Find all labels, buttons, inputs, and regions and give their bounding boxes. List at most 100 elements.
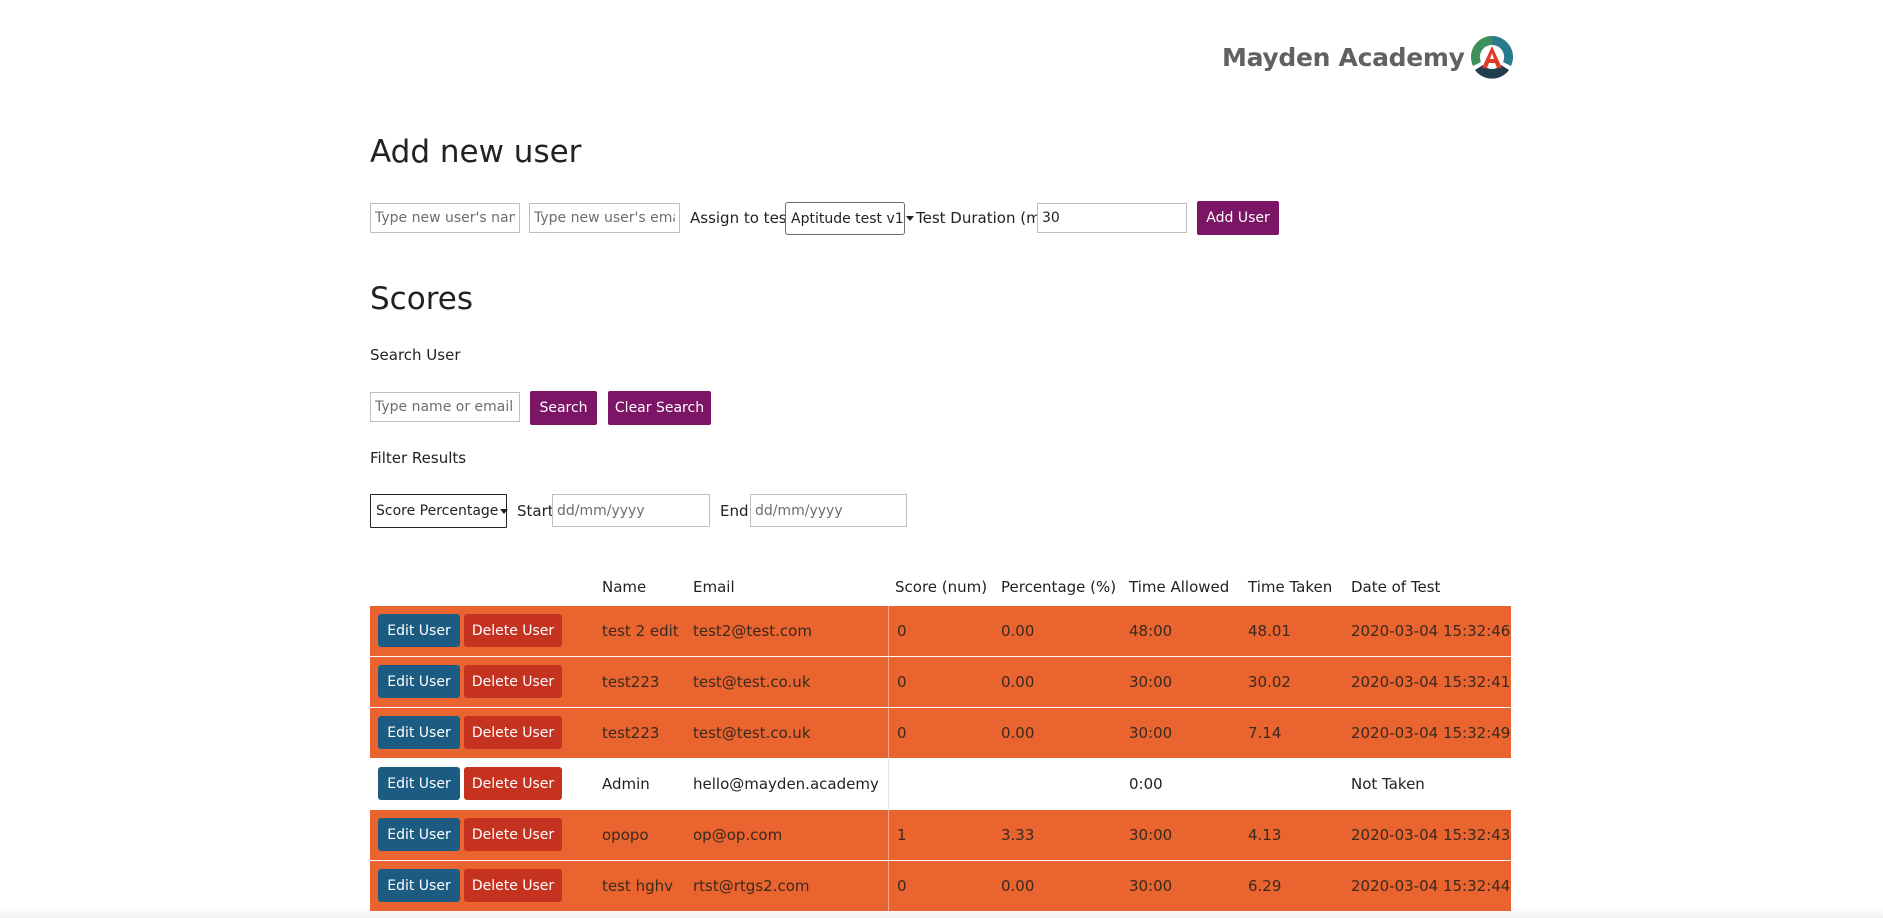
cell-time-taken: 7.14 [1248,724,1282,742]
header-score: Score (num) [895,578,988,596]
edit-user-button[interactable]: Edit User [378,614,460,647]
delete-user-button[interactable]: Delete User [464,818,562,851]
cell-time-allowed: 30:00 [1129,877,1173,895]
chevron-down-icon [500,508,509,514]
bottom-fade [0,908,1883,918]
new-user-name-input[interactable] [370,203,520,233]
column-divider [888,810,889,860]
cell-email: hello@mayden.academy [693,775,879,793]
start-date-label: Start [517,502,554,520]
cell-name: test223 [602,673,660,691]
delete-user-button[interactable]: Delete User [464,716,562,749]
header-date: Date of Test [1351,578,1441,596]
cell-name: Admin [602,775,650,793]
start-date-input[interactable] [552,494,710,527]
cell-score: 0 [897,622,907,640]
scores-table-body: Edit User Delete User test 2 edit test2@… [370,606,1511,912]
delete-user-button[interactable]: Delete User [464,614,562,647]
edit-user-button[interactable]: Edit User [378,767,460,800]
clear-search-button[interactable]: Clear Search [608,391,711,425]
cell-email: test@test.co.uk [693,724,811,742]
assign-test-selected: Aptitude test v1 [791,210,904,227]
cell-time-allowed: 48:00 [1129,622,1173,640]
assign-test-label: Assign to test: [690,209,798,227]
cell-time-allowed: 30:00 [1129,673,1173,691]
cell-time-taken: 4.13 [1248,826,1282,844]
mayden-academy-logo[interactable]: Mayden Academy [1222,34,1515,80]
mayden-a-logo-icon [1470,35,1513,79]
cell-date: Not Taken [1351,775,1425,793]
header-time-allowed: Time Allowed [1129,578,1230,596]
cell-score: 0 [897,724,907,742]
scores-title: Scores [370,281,473,317]
cell-score: 1 [897,826,907,844]
header-email: Email [693,578,735,596]
cell-name: test hghv [602,877,673,895]
page: Mayden Academy Add new user Assign to te… [0,0,1883,918]
cell-email: test@test.co.uk [693,673,811,691]
column-divider [888,861,889,911]
end-date-input[interactable] [750,494,907,527]
logo-text: Mayden Academy [1222,42,1465,72]
cell-date: 2020-03-04 15:32:43 [1351,826,1511,844]
cell-time-allowed: 0:00 [1129,775,1163,793]
cell-date: 2020-03-04 15:32:41 [1351,673,1511,691]
cell-name: test 2 edit [602,622,679,640]
header-name: Name [602,578,647,596]
cell-name: opopo [602,826,649,844]
delete-user-button[interactable]: Delete User [464,665,562,698]
cell-email: rtst@rtgs2.com [693,877,810,895]
column-divider [888,657,889,707]
table-row: Edit User Delete User test223 test@test.… [370,657,1511,707]
cell-date: 2020-03-04 15:32:46 [1351,622,1511,640]
column-divider [888,708,889,758]
column-divider [888,606,889,656]
cell-name: test223 [602,724,660,742]
cell-percentage: 0.00 [1001,622,1035,640]
cell-time-taken: 30.02 [1248,673,1291,691]
cell-percentage: 0.00 [1001,673,1035,691]
search-user-label: Search User [370,346,461,364]
new-user-email-input[interactable] [529,203,680,233]
cell-time-taken: 6.29 [1248,877,1282,895]
cell-score: 0 [897,877,907,895]
test-duration-label: Test Duration (m): [916,209,1052,227]
scores-table-header: Name Email Score (num) Percentage (%) Ti… [370,574,1511,606]
column-divider [888,759,889,809]
cell-percentage: 0.00 [1001,877,1035,895]
edit-user-button[interactable]: Edit User [378,869,460,902]
delete-user-button[interactable]: Delete User [464,767,562,800]
edit-user-button[interactable]: Edit User [378,665,460,698]
filter-results-label: Filter Results [370,449,467,467]
delete-user-button[interactable]: Delete User [464,869,562,902]
assign-test-select[interactable]: Aptitude test v1 [785,202,914,235]
cell-time-taken: 48.01 [1248,622,1291,640]
edit-user-button[interactable]: Edit User [378,818,460,851]
test-duration-input[interactable] [1037,203,1187,233]
cell-percentage: 0.00 [1001,724,1035,742]
end-date-label: End [720,502,749,520]
add-user-title: Add new user [370,134,582,170]
table-row: Edit User Delete User test hghv rtst@rtg… [370,861,1511,911]
add-user-button[interactable]: Add User [1197,201,1279,235]
edit-user-button[interactable]: Edit User [378,716,460,749]
filter-selected: Score Percentage [376,503,499,519]
cell-time-allowed: 30:00 [1129,826,1173,844]
table-row: Edit User Delete User test 2 edit test2@… [370,606,1511,656]
table-row: Edit User Delete User Admin hello@mayden… [370,759,1511,809]
cell-percentage: 3.33 [1001,826,1035,844]
table-row: Edit User Delete User opopo op@op.com 1 … [370,810,1511,860]
cell-email: test2@test.com [693,622,812,640]
cell-time-allowed: 30:00 [1129,724,1173,742]
chevron-down-icon [905,216,914,221]
cell-email: op@op.com [693,826,783,844]
table-row: Edit User Delete User test223 test@test.… [370,708,1511,758]
header-time-taken: Time Taken [1248,578,1333,596]
header-percentage: Percentage (%) [1001,578,1117,596]
cell-date: 2020-03-04 15:32:44 [1351,877,1511,895]
cell-date: 2020-03-04 15:32:49 [1351,724,1511,742]
filter-select[interactable]: Score Percentage [370,494,509,528]
cell-score: 0 [897,673,907,691]
search-button[interactable]: Search [530,391,597,425]
search-input[interactable] [370,392,520,422]
